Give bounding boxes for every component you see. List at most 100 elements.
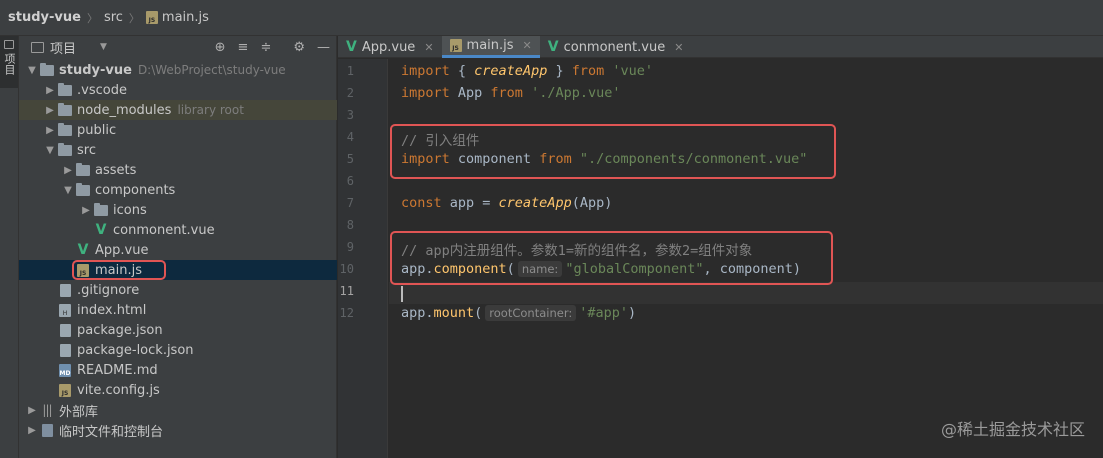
chevron-down-icon[interactable]: ▼ <box>25 65 39 76</box>
tree-item-readme-md[interactable]: MD README.md <box>19 360 337 380</box>
folder-icon <box>57 142 73 157</box>
tab-main-js[interactable]: JS main.js ✕ <box>441 36 540 58</box>
tree-item-index-html[interactable]: H index.html <box>19 300 337 320</box>
tree-item-label: study-vue <box>59 62 132 78</box>
tree-item-study-vue[interactable]: ▼ study-vue D:\WebProject\study-vue <box>19 60 337 80</box>
breadcrumb-separator-icon: 〉 <box>86 11 98 25</box>
line-number: 4 <box>346 130 354 144</box>
folder-icon <box>93 202 109 217</box>
js-file-icon: JS <box>57 383 73 397</box>
tree-item-label: README.md <box>77 362 158 378</box>
tree-item-main-js[interactable]: JS main.js <box>19 260 337 280</box>
folder-icon <box>57 102 73 117</box>
markdown-file-icon: MD <box>57 363 73 377</box>
breadcrumb: study-vue 〉 src 〉 JS main.js <box>0 0 1103 36</box>
project-panel: 项目 ▼ ⊕ ≡ ≑ ⚙ — ▼ study-vue D:\WebProject… <box>19 36 337 458</box>
locate-file-icon[interactable]: ⊕ <box>215 40 226 55</box>
tree-item-app-vue[interactable]: V App.vue <box>19 240 337 260</box>
code-line-12: app.mount(rootContainer: '#app') <box>401 305 637 321</box>
breadcrumb-file-label: main.js <box>161 10 209 25</box>
project-window-icon <box>4 40 14 49</box>
folder-icon <box>39 62 55 77</box>
view-dropdown-icon[interactable]: ▼ <box>100 42 107 52</box>
breadcrumb-file[interactable]: JS main.js <box>145 10 209 25</box>
gear-icon[interactable]: ⚙ <box>293 40 305 55</box>
current-line-highlight <box>389 282 1103 304</box>
tree-item-label: .vscode <box>77 82 127 98</box>
chevron-right-icon[interactable]: ▶ <box>43 85 57 96</box>
line-number: 6 <box>346 174 354 188</box>
close-icon[interactable]: ✕ <box>523 39 532 52</box>
json-file-icon <box>57 343 73 357</box>
tool-window-strip: 项目 <box>0 36 19 458</box>
chevron-right-icon[interactable]: ▶ <box>25 405 39 416</box>
tree-item-label: components <box>95 182 176 198</box>
tree-item-gitignore[interactable]: .gitignore <box>19 280 337 300</box>
code-line-1: import { createApp } from 'vue' <box>401 63 654 79</box>
tree-item-scratches[interactable]: ▶ 临时文件和控制台 <box>19 420 337 440</box>
tree-item-conmonent-vue[interactable]: V conmonent.vue <box>19 220 337 240</box>
tab-app-vue[interactable]: V App.vue ✕ <box>338 36 442 58</box>
tree-item-label: vite.config.js <box>77 382 160 398</box>
code-line-10: app.component(name: "globalComponent", co… <box>401 261 802 277</box>
hide-panel-icon[interactable]: — <box>317 40 330 55</box>
project-tree: ▼ study-vue D:\WebProject\study-vue ▶ .v… <box>19 60 337 440</box>
chevron-right-icon[interactable]: ▶ <box>43 125 57 136</box>
line-number: 1 <box>346 64 354 78</box>
code-line-9: // app内注册组件。参数1=新的组件名，参数2=组件对象 <box>401 243 753 259</box>
project-tool-tab[interactable]: 项目 <box>0 36 18 88</box>
parameter-hint: rootContainer: <box>485 305 577 321</box>
folder-icon <box>75 162 91 177</box>
text-caret <box>401 286 403 302</box>
tree-item-components[interactable]: ▼ components <box>19 180 337 200</box>
tree-item-assets[interactable]: ▶ assets <box>19 160 337 180</box>
code-editor[interactable]: import { createApp } from 'vue' import A… <box>389 59 1103 458</box>
chevron-right-icon[interactable]: ▶ <box>61 165 75 176</box>
project-panel-toolbar: ⊕ ≡ ≑ ⚙ — <box>215 36 330 58</box>
tree-item-label: .gitignore <box>77 282 140 298</box>
tree-item-external-libraries[interactable]: ▶ ||| 外部库 <box>19 400 337 420</box>
tree-item-label: 临时文件和控制台 <box>59 424 164 440</box>
watermark: @稀土掘金技术社区 <box>940 420 1085 439</box>
html-file-icon: H <box>57 303 73 317</box>
breadcrumb-folder[interactable]: src <box>104 10 123 25</box>
code-line-7: const app = createApp(App) <box>401 195 613 211</box>
chevron-down-icon[interactable]: ▼ <box>43 145 57 156</box>
project-panel-title[interactable]: 项目 <box>50 38 76 57</box>
tree-item-package-json[interactable]: package.json <box>19 320 337 340</box>
code-line-2: import App from './App.vue' <box>401 85 621 101</box>
json-file-icon <box>57 323 73 337</box>
expand-all-icon[interactable]: ≑ <box>260 40 271 55</box>
line-number: 5 <box>346 152 354 166</box>
tab-label: App.vue <box>361 39 416 55</box>
tree-item-label: App.vue <box>95 242 149 258</box>
project-window-icon <box>31 41 44 53</box>
tree-item-icons[interactable]: ▶ icons <box>19 200 337 220</box>
tree-item-label: package-lock.json <box>77 342 194 358</box>
collapse-all-icon[interactable]: ≡ <box>238 40 249 55</box>
js-file-icon: JS <box>75 263 91 277</box>
tree-item-vite-config-js[interactable]: JS vite.config.js <box>19 380 337 400</box>
tab-conmonent-vue[interactable]: V conmonent.vue ✕ <box>540 36 692 58</box>
tree-item-label: icons <box>113 202 147 218</box>
chevron-right-icon[interactable]: ▶ <box>79 205 93 216</box>
chevron-down-icon[interactable]: ▼ <box>61 185 75 196</box>
vue-file-icon: V <box>547 39 559 55</box>
line-number: 12 <box>339 306 354 320</box>
project-tool-tab-label: 项目 <box>3 53 16 75</box>
close-icon[interactable]: ✕ <box>674 41 683 54</box>
tree-item-node-modules[interactable]: ▶ node_modules library root <box>19 100 337 120</box>
tree-item-package-lock-json[interactable]: package-lock.json <box>19 340 337 360</box>
tree-item-public[interactable]: ▶ public <box>19 120 337 140</box>
vue-file-icon: V <box>346 39 357 55</box>
tree-item-vscode[interactable]: ▶ .vscode <box>19 80 337 100</box>
breadcrumb-project[interactable]: study-vue <box>8 10 81 25</box>
tree-item-src[interactable]: ▼ src <box>19 140 337 160</box>
code-line-4: // 引入组件 <box>401 133 480 149</box>
tree-item-label: 外部库 <box>59 404 99 420</box>
chevron-right-icon[interactable]: ▶ <box>43 105 57 116</box>
tree-item-label: public <box>77 122 117 138</box>
tab-label: main.js <box>466 38 514 53</box>
chevron-right-icon[interactable]: ▶ <box>25 425 39 436</box>
close-icon[interactable]: ✕ <box>424 41 433 54</box>
